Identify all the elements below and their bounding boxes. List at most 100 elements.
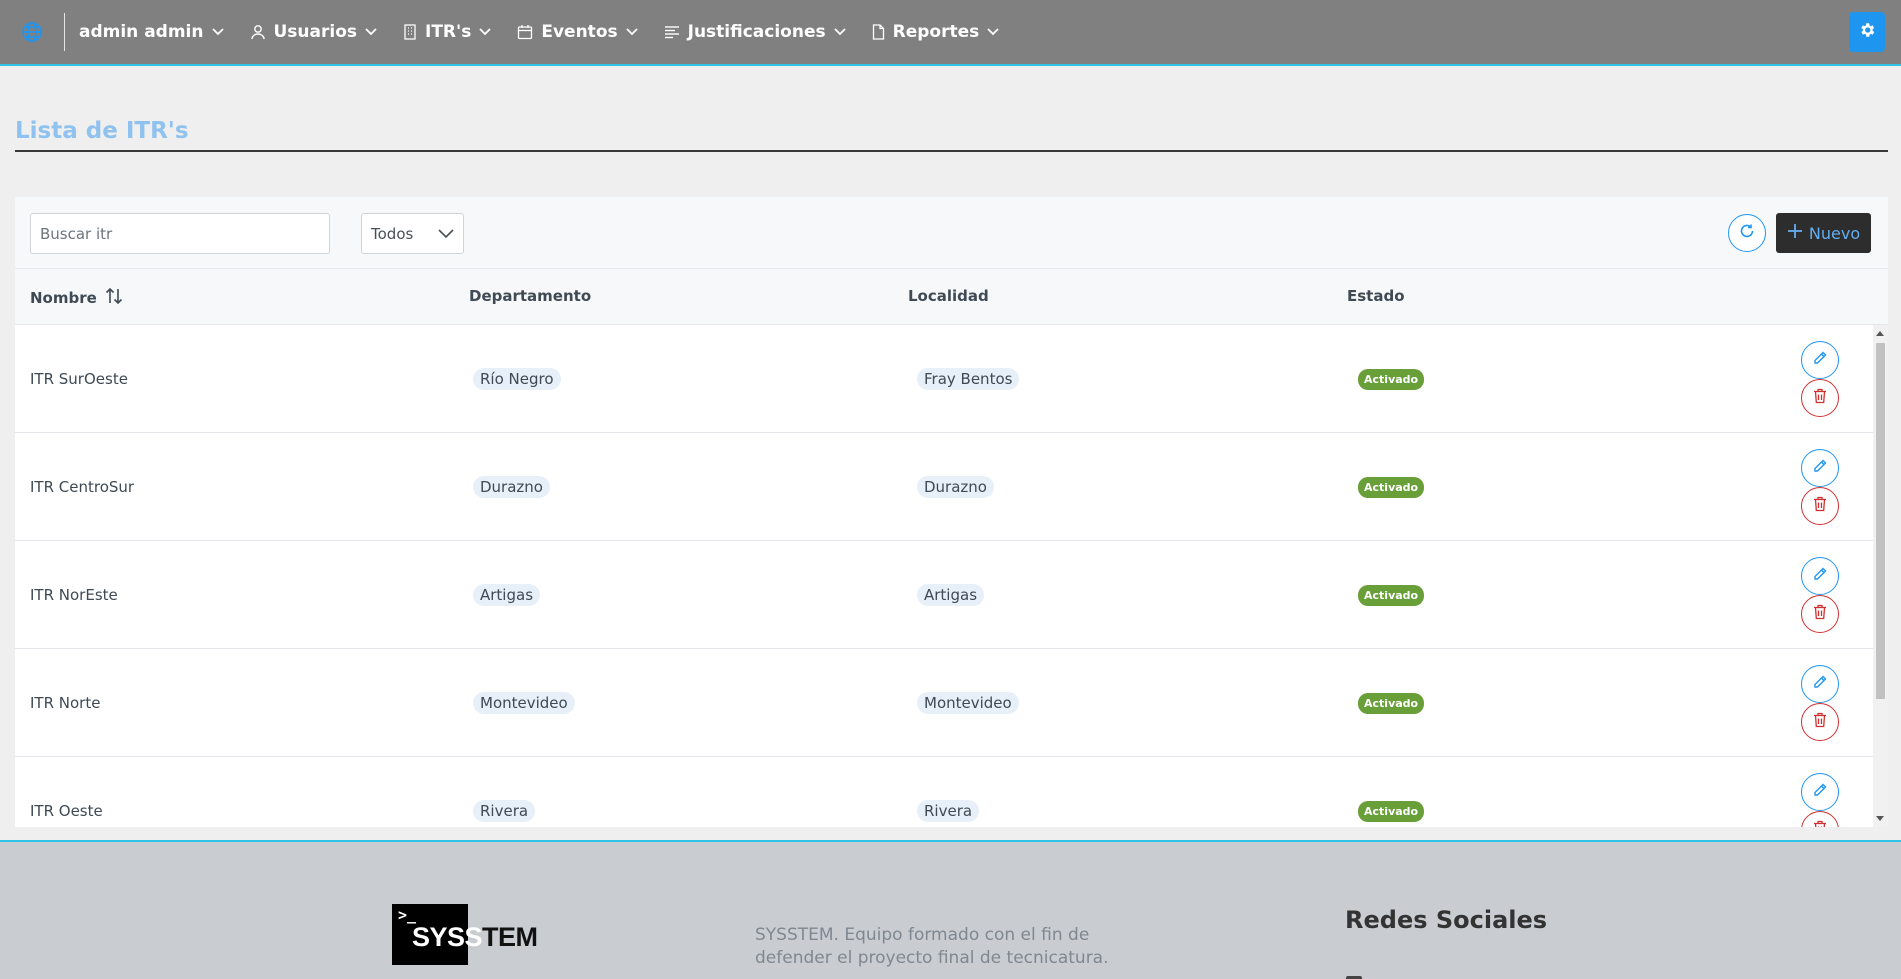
refresh-icon	[1739, 223, 1755, 243]
scrollbar-thumb[interactable]	[1876, 343, 1885, 699]
nav-user-menu[interactable]: admin admin	[79, 0, 224, 65]
social-title: Redes Sociales	[1345, 906, 1548, 934]
column-header-nombre[interactable]: Nombre	[30, 287, 123, 309]
chevron-down-icon	[211, 28, 224, 36]
column-header-label: Nombre	[30, 289, 97, 307]
table-row: ITR NorEste Artigas Artigas Activado	[15, 541, 1873, 649]
sort-icon	[105, 287, 123, 309]
chevron-down-icon	[833, 28, 846, 36]
column-header-estado: Estado	[1347, 287, 1405, 305]
edit-button[interactable]	[1801, 665, 1839, 703]
trash-icon	[1813, 712, 1827, 732]
chevron-down-icon	[365, 28, 377, 36]
brand-name-part-a: SYSS	[412, 922, 483, 952]
nav-item-label: Usuarios	[273, 22, 358, 42]
delete-button[interactable]	[1801, 703, 1839, 741]
table-scrollbar[interactable]	[1873, 325, 1888, 827]
nav-item-justificaciones[interactable]: Justificaciones	[664, 0, 846, 65]
localidad-chip: Montevideo	[917, 692, 1019, 714]
globe-logo-icon[interactable]	[0, 0, 64, 65]
page-footer: >_ SYSSTEM SYSSTEM. Equipo formado con e…	[0, 840, 1901, 979]
delete-button[interactable]	[1801, 595, 1839, 633]
delete-button[interactable]	[1801, 487, 1839, 525]
nav-divider	[64, 13, 65, 51]
chevron-down-icon	[438, 225, 454, 243]
departamento-chip: Río Negro	[473, 368, 561, 390]
trash-icon	[1813, 496, 1827, 516]
pencil-icon	[1812, 566, 1828, 586]
align-left-icon	[664, 25, 680, 39]
nav-item-itrs[interactable]: ITR's	[403, 0, 491, 65]
footer-description: SYSSTEM. Equipo formado con el fin de de…	[755, 925, 1109, 968]
scroll-down-arrow-icon[interactable]	[1876, 816, 1884, 821]
nav-item-reportes[interactable]: Reportes	[872, 0, 1000, 65]
cell-nombre: ITR Oeste	[30, 802, 103, 820]
brand-name: SYSSTEM	[412, 922, 538, 953]
status-badge: Activado	[1358, 584, 1425, 606]
status-badge: Activado	[1358, 476, 1425, 498]
localidad-chip: Rivera	[917, 800, 980, 822]
edit-button[interactable]	[1801, 341, 1839, 379]
nav-item-label: Justificaciones	[687, 22, 826, 42]
calendar-icon	[517, 24, 533, 40]
new-button-label: Nuevo	[1808, 223, 1861, 243]
file-icon	[872, 24, 885, 40]
trash-icon	[1813, 388, 1827, 408]
settings-button[interactable]	[1849, 12, 1885, 52]
nav-item-label: ITR's	[425, 22, 472, 42]
departamento-chip: Montevideo	[473, 692, 575, 714]
cell-nombre: ITR NorEste	[30, 586, 118, 604]
refresh-button[interactable]	[1728, 214, 1766, 252]
delete-button[interactable]	[1801, 379, 1839, 417]
edit-button[interactable]	[1801, 449, 1839, 487]
cell-nombre: ITR CentroSur	[30, 478, 135, 496]
status-filter-value: Todos	[371, 224, 414, 243]
pencil-icon	[1812, 350, 1828, 370]
top-navbar: admin admin Usuarios ITR's Eventos Justi…	[0, 0, 1901, 66]
pencil-icon	[1812, 782, 1828, 802]
page-title: Lista de ITR's	[15, 118, 189, 144]
search-input[interactable]	[30, 213, 330, 254]
pencil-icon	[1812, 674, 1828, 694]
trash-icon	[1813, 820, 1827, 827]
nav-item-eventos[interactable]: Eventos	[517, 0, 638, 65]
nav-user-label: admin admin	[79, 22, 204, 42]
column-header-localidad: Localidad	[908, 287, 989, 305]
status-filter-dropdown[interactable]: Todos	[361, 213, 464, 254]
new-itr-button[interactable]: Nuevo	[1776, 213, 1871, 253]
nav-item-label: Eventos	[541, 22, 618, 42]
status-badge: Activado	[1358, 368, 1425, 390]
status-badge: Activado	[1358, 692, 1425, 714]
chevron-down-icon	[479, 28, 491, 36]
pencil-icon	[1812, 458, 1828, 478]
trash-icon	[1813, 604, 1827, 624]
localidad-chip: Durazno	[917, 476, 994, 498]
cell-nombre: ITR Norte	[30, 694, 101, 712]
plus-icon	[1787, 223, 1803, 243]
delete-button[interactable]	[1801, 811, 1839, 827]
departamento-chip: Artigas	[473, 584, 541, 606]
nav-item-label: Reportes	[892, 22, 980, 42]
edit-button[interactable]	[1801, 773, 1839, 811]
localidad-chip: Artigas	[917, 584, 985, 606]
table-body: ITR SurOeste Río Negro Fray Bentos Activ…	[15, 325, 1873, 827]
user-icon	[250, 24, 266, 40]
nav-item-usuarios[interactable]: Usuarios	[250, 0, 378, 65]
scroll-up-arrow-icon[interactable]	[1876, 331, 1884, 336]
building-icon	[403, 24, 417, 40]
gear-icon	[1858, 21, 1876, 43]
table-row: ITR Norte Montevideo Montevideo Activado	[15, 649, 1873, 757]
table-header: Nombre Departamento Localidad Estado	[15, 269, 1888, 325]
chevron-down-icon	[625, 28, 638, 36]
table-row: ITR Oeste Rivera Rivera Activado	[15, 757, 1873, 827]
itr-table-card: Todos Nuevo Nombre Departamento Localida…	[15, 197, 1888, 827]
brand-name-part-b: TEM	[482, 922, 538, 952]
departamento-chip: Rivera	[473, 800, 536, 822]
table-row: ITR SurOeste Río Negro Fray Bentos Activ…	[15, 325, 1873, 433]
table-row: ITR CentroSur Durazno Durazno Activado	[15, 433, 1873, 541]
chevron-down-icon	[987, 28, 999, 36]
cell-nombre: ITR SurOeste	[30, 370, 128, 388]
edit-button[interactable]	[1801, 557, 1839, 595]
departamento-chip: Durazno	[473, 476, 550, 498]
localidad-chip: Fray Bentos	[917, 368, 1020, 390]
